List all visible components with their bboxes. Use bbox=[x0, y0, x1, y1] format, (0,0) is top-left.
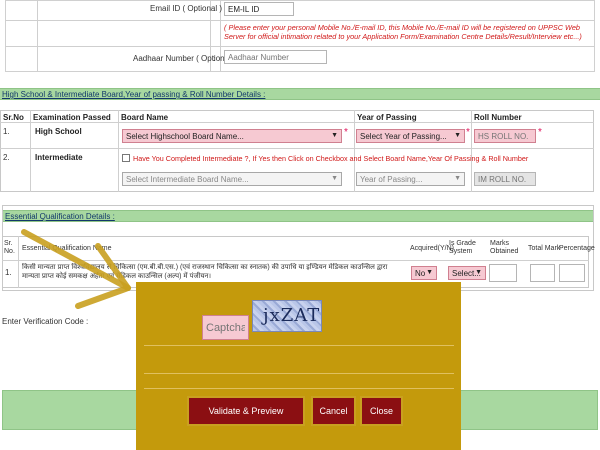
captcha-image: jxZAT bbox=[252, 300, 322, 332]
close-button[interactable]: Close bbox=[360, 396, 403, 426]
validate-preview-button[interactable]: Validate & Preview bbox=[187, 396, 305, 426]
captcha-input[interactable] bbox=[202, 315, 249, 340]
captcha-text: jxZAT bbox=[263, 305, 321, 326]
cancel-button[interactable]: Cancel bbox=[311, 396, 356, 426]
